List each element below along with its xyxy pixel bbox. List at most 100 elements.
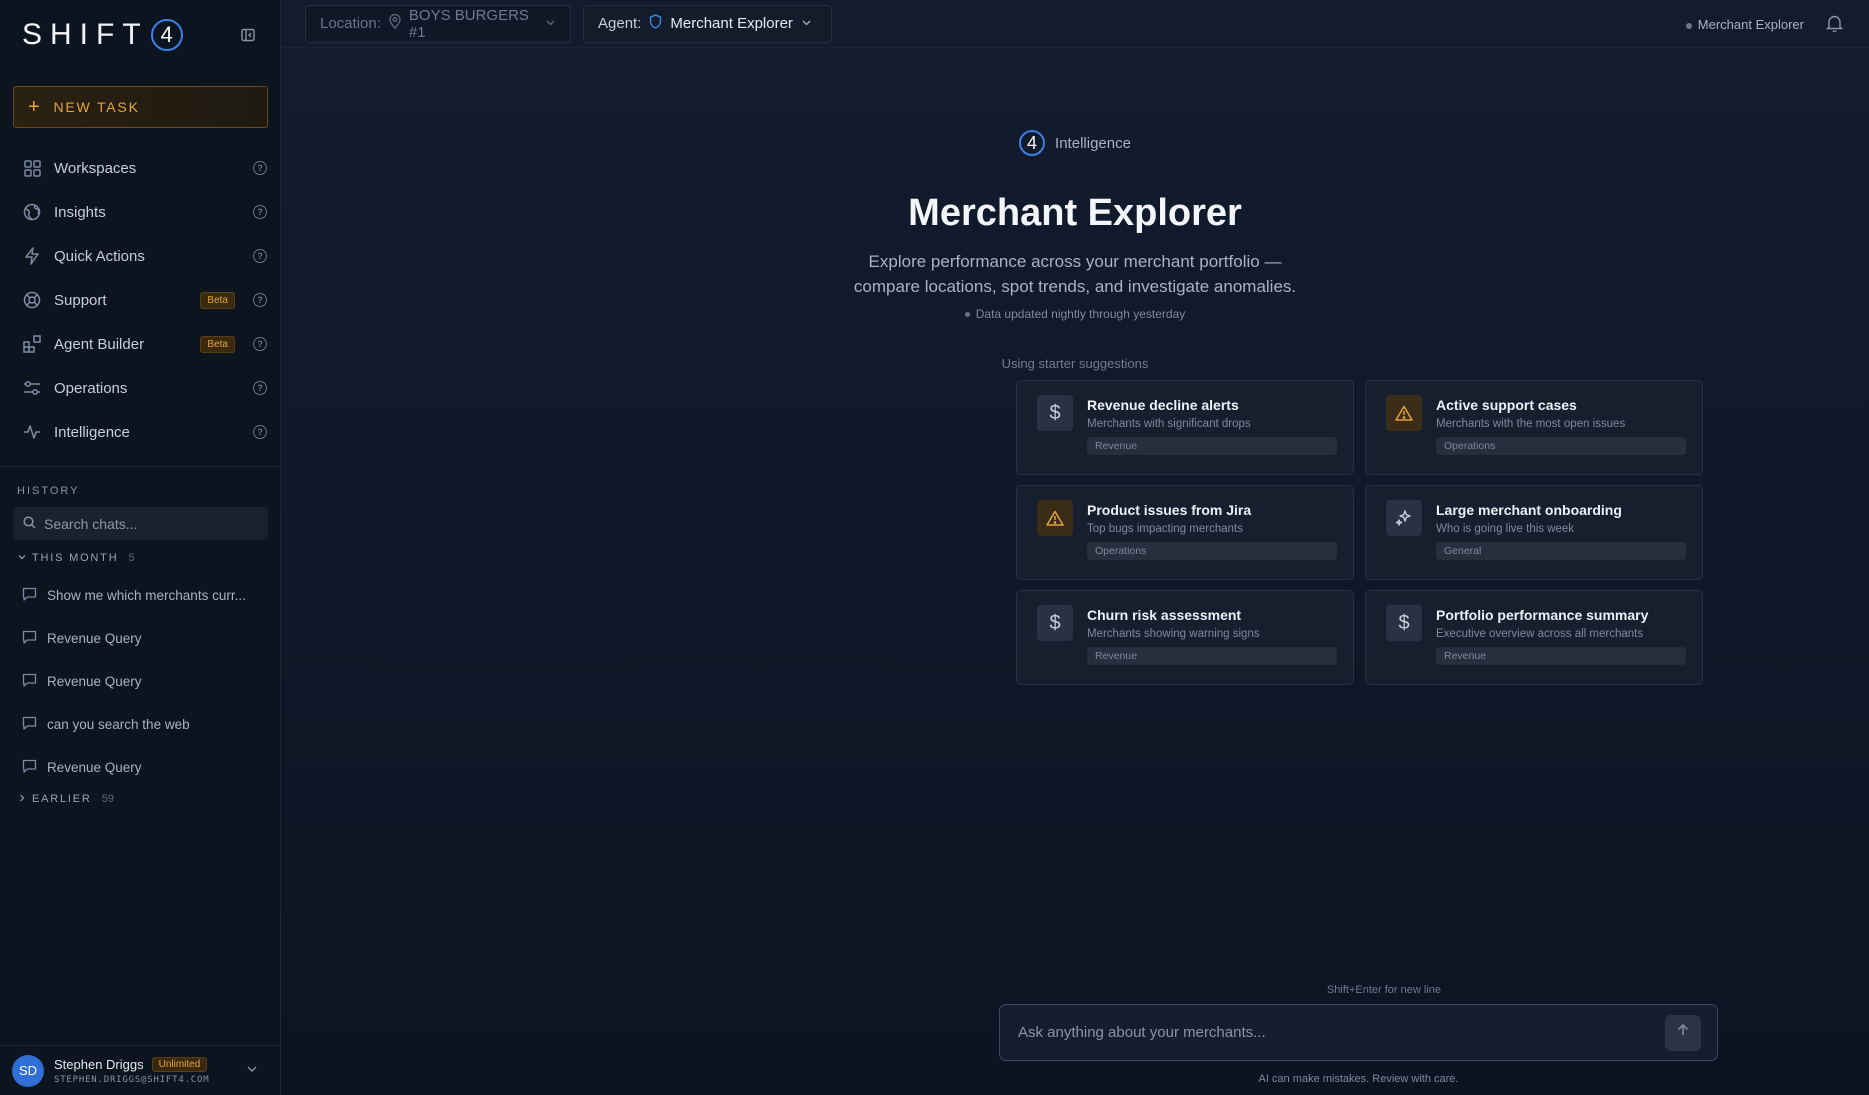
nav-item-agent-builder[interactable]: Agent Builder Beta ? [0, 322, 280, 366]
subtitle-line-1: Explore performance across your merchant… [868, 252, 1282, 271]
group-this-month[interactable]: THIS MONTH 5 [18, 552, 280, 564]
suggestion-card[interactable]: $ Portfolio performance summary Executiv… [1365, 590, 1703, 685]
new-task-button[interactable]: + NEW TASK [13, 86, 268, 128]
new-task-label: NEW TASK [53, 99, 140, 115]
help-icon[interactable]: ? [253, 337, 267, 351]
card-description: Merchants with the most open issues [1436, 418, 1626, 430]
grid-icon [22, 158, 42, 178]
nav-item-workspaces[interactable]: Workspaces ? [0, 146, 280, 190]
nav-item-intelligence[interactable]: Intelligence ? [0, 410, 280, 454]
plan-badge: Unlimited [151, 1056, 208, 1072]
chevron-down-icon [545, 15, 556, 32]
help-icon[interactable]: ? [253, 293, 267, 307]
user-info: Stephen Driggs Unlimited STEPHEN.DRIGGS@… [54, 1056, 236, 1085]
chat-bubble-icon [22, 630, 37, 647]
chevron-down-icon [801, 15, 812, 32]
chat-title: Revenue Query [47, 760, 142, 775]
agent-status: Merchant Explorer [1685, 16, 1804, 32]
chat-title: can you search the web [47, 717, 190, 732]
chat-item[interactable]: Revenue Query [0, 617, 280, 660]
card-title: Revenue decline alerts [1087, 397, 1239, 413]
chevron-down-icon [18, 552, 26, 564]
page-title: Merchant Explorer [908, 192, 1242, 234]
user-name: Stephen Driggs [54, 1056, 144, 1072]
card-title: Churn risk assessment [1087, 607, 1242, 623]
help-icon[interactable]: ? [253, 161, 267, 175]
globe-icon [22, 202, 42, 222]
suggestion-card[interactable]: $ Churn risk assessment Merchants showin… [1016, 590, 1354, 685]
chevron-down-icon[interactable] [246, 1062, 266, 1080]
suggestion-card[interactable]: Active support cases Merchants with the … [1365, 380, 1703, 475]
sidebar-divider [0, 466, 280, 467]
main-nav: Workspaces ? Insights ? Quick Actions ? … [0, 146, 280, 454]
user-email: STEPHEN.DRIGGS@SHIFT4.COM [54, 1074, 210, 1085]
suggestion-cards: $ Revenue decline alerts Merchants with … [1016, 380, 1704, 685]
search-icon [23, 515, 36, 532]
suggestion-card[interactable]: Product issues from Jira Top bugs impact… [1016, 485, 1354, 580]
nav-item-support[interactable]: Support Beta ? [0, 278, 280, 322]
chat-item[interactable]: can you search the web [0, 703, 280, 746]
app-root: SHIFT 4 + NEW TASK Workspaces ? Insights… [0, 0, 1869, 1095]
group-count: 5 [128, 552, 135, 564]
logo-text: SHIFT [22, 18, 149, 51]
collapse-sidebar-icon[interactable] [238, 25, 258, 45]
nav-label: Intelligence [54, 423, 130, 441]
beta-badge: Beta [200, 291, 235, 309]
card-title: Product issues from Jira [1087, 502, 1252, 518]
data-updated-note: Data updated nightly through yesterday [964, 307, 1185, 321]
chat-search[interactable] [13, 507, 268, 540]
nav-item-insights[interactable]: Insights ? [0, 190, 280, 234]
nav-item-quick-actions[interactable]: Quick Actions ? [0, 234, 280, 278]
message-composer [999, 1004, 1718, 1061]
group-label: THIS MONTH [32, 552, 119, 564]
card-tag: Revenue [1436, 647, 1686, 665]
help-icon[interactable]: ? [253, 425, 267, 439]
status-dot-icon [1685, 22, 1692, 29]
chat-item[interactable]: Revenue Query [0, 660, 280, 703]
agent-value: Merchant Explorer [670, 15, 793, 32]
card-body: Revenue decline alerts Merchants with si… [1087, 395, 1337, 474]
help-icon[interactable]: ? [253, 249, 267, 263]
arrow-up-icon [1676, 1023, 1690, 1042]
group-earlier[interactable]: EARLIER 59 [18, 793, 280, 805]
suggestion-card[interactable]: Large merchant onboarding Who is going l… [1365, 485, 1703, 580]
ai-disclaimer: AI can make mistakes. Review with care. [1258, 1073, 1459, 1085]
location-label: Location: [320, 15, 381, 32]
agent-selector[interactable]: Agent: Merchant Explorer [583, 4, 832, 43]
user-profile[interactable]: SD Stephen Driggs Unlimited STEPHEN.DRIG… [0, 1045, 280, 1095]
chat-item[interactable]: Revenue Query [0, 746, 280, 789]
nav-label: Workspaces [54, 159, 137, 177]
chat-bubble-icon [22, 759, 37, 776]
help-icon[interactable]: ? [253, 381, 267, 395]
card-description: Merchants showing warning signs [1087, 628, 1260, 640]
search-input[interactable] [44, 515, 244, 532]
agent-status-text: Merchant Explorer [1697, 16, 1804, 32]
send-button[interactable] [1665, 1014, 1701, 1051]
dollar-icon: $ [1386, 605, 1422, 641]
chat-title: Revenue Query [47, 631, 142, 646]
nav-item-operations[interactable]: Operations ? [0, 366, 280, 410]
logo-four-badge: 4 [150, 19, 183, 51]
hero-section: 4 Intelligence Merchant Explorer Explore… [281, 130, 1869, 371]
blocks-icon [22, 334, 42, 354]
card-title: Large merchant onboarding [1436, 502, 1622, 518]
sidebar: SHIFT 4 + NEW TASK Workspaces ? Insights… [0, 0, 281, 1095]
chat-item[interactable]: Show me which merchants curr... [0, 574, 280, 617]
beta-badge: Beta [200, 335, 235, 353]
map-pin-icon [389, 13, 401, 33]
help-icon[interactable]: ? [253, 205, 267, 219]
nav-label: Insights [54, 203, 106, 221]
suggestion-card[interactable]: $ Revenue decline alerts Merchants with … [1016, 380, 1354, 475]
chat-bubble-icon [22, 587, 37, 604]
bell-icon[interactable] [1825, 14, 1844, 35]
top-bar: Location: BOYS BURGERS #1 Agent: Merchan… [281, 0, 1869, 48]
shift4-logo[interactable]: SHIFT 4 [22, 18, 183, 52]
card-body: Product issues from Jira Top bugs impact… [1087, 500, 1337, 579]
intelligence-badge: 4 Intelligence [1019, 130, 1131, 156]
activity-icon [22, 422, 42, 442]
card-body: Active support cases Merchants with the … [1436, 395, 1686, 474]
chat-bubble-icon [22, 673, 37, 690]
message-input[interactable] [1018, 1024, 1665, 1041]
location-selector[interactable]: Location: BOYS BURGERS #1 [305, 4, 571, 43]
warning-icon [1037, 500, 1073, 536]
